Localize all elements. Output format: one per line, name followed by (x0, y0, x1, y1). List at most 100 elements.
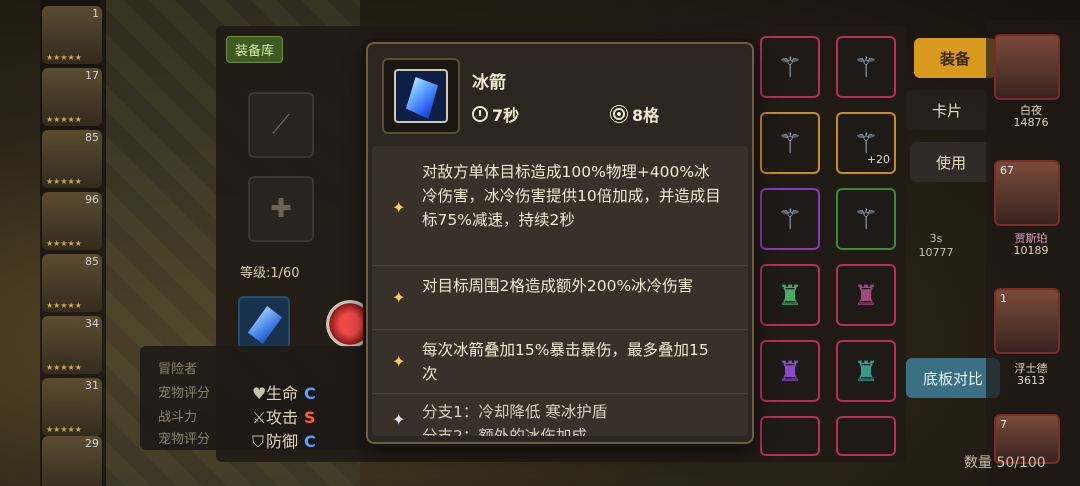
ice-arrow-icon (394, 69, 448, 123)
effect-item: ✦ 对敌方单体目标造成100%物理+400%冰冷伤害，冰冷伤害提供10倍加成，并… (372, 146, 748, 266)
hero-level: 67 (1000, 164, 1014, 177)
sparkle-icon: ✦ (392, 352, 406, 371)
attr-rank: C (304, 432, 316, 451)
hero-portrait[interactable]: 1 (994, 288, 1060, 354)
roster-slot[interactable]: 1 ★★★★★ (42, 6, 102, 64)
sparkle-icon: ✦ (392, 410, 406, 429)
card-button[interactable]: 卡片 (906, 90, 988, 130)
star-rating: ★★★★★ (46, 425, 82, 434)
star-rating: ★★★★★ (46, 53, 82, 62)
star-rating: ★★★★★ (46, 239, 82, 248)
heart-icon: ♥ (252, 384, 267, 403)
roster-slot[interactable]: 34 ★★★★★ (42, 316, 102, 374)
attr-hp: ♥生命 C (252, 380, 316, 404)
sword-icon: ⚔ (252, 408, 267, 427)
roster-slot[interactable]: 85 ★★★★★ (42, 254, 102, 312)
star-rating: ★★★★★ (46, 177, 82, 186)
inventory-item[interactable]: ⚚ +20 (836, 112, 896, 174)
hero-score: 14876 (1013, 116, 1049, 129)
hero-score: 10777 (918, 246, 954, 259)
branch-item: ✦ 分支1：冷却降低 寒冰护盾 分支2：额外的冰伤加成 (372, 394, 748, 436)
hero-score: 10189 (1013, 244, 1049, 257)
roster-slot[interactable]: 17 ★★★★★ (42, 68, 102, 126)
roster-slot[interactable]: 31 ★★★★★ (42, 378, 102, 436)
effect-text: 对敌方单体目标造成100%物理+400%冰冷伤害，冰冷伤害提供10倍加成，并造成… (422, 163, 721, 229)
staff-icon: ⚚ (853, 50, 879, 84)
slot-level: 1 (92, 7, 99, 20)
attr-label: 防御 (266, 432, 299, 451)
inventory-quantity: 数量 50/100 (964, 455, 1046, 471)
skill-slot-ice-arrow[interactable] (238, 296, 290, 352)
scepter-icon: ⚚ (777, 126, 803, 160)
staff-icon: ⟋ (271, 109, 291, 140)
wand-icon: ⚚ (777, 202, 803, 236)
wand-icon: ⚚ (853, 202, 879, 236)
attr-defense: ⛉ 防御 C (252, 428, 316, 452)
slot-level: 34 (85, 317, 99, 330)
branch-text: 分支2：额外的冰伤加成 (422, 427, 587, 436)
hero-roster[interactable]: 1 ★★★★★ 17 ★★★★★ 85 ★★★★★ 96 ★★★★★ 85 ★★★★★ 3… (40, 0, 106, 486)
inventory-item[interactable]: ♜ (836, 340, 896, 402)
info-line: 冒险者 (158, 362, 198, 377)
ice-crystal-icon (245, 306, 285, 344)
enhance-level: +20 (866, 153, 890, 166)
branch-text: 分支1：冷却降低 寒冰护盾 (422, 403, 608, 421)
robe-icon: ♜ (853, 278, 879, 312)
info-line: 宠物评分 (158, 386, 211, 401)
hero-list[interactable]: 白夜 14876 67 贾斯珀 10189 1 浮士德 3613 7 (986, 20, 1080, 486)
roster-slot[interactable]: 96 ★★★★★ (42, 192, 102, 250)
inventory-item[interactable] (760, 416, 820, 456)
shield-icon: ⛉ (252, 432, 265, 451)
effect-item: ✦ 每次冰箭叠加15%暴击暴伤，最多叠加15次 (372, 330, 748, 394)
inventory-item[interactable]: ⚚ (836, 36, 896, 98)
inventory-item[interactable]: ⚚ (760, 36, 820, 98)
hero-portrait[interactable]: 67 (994, 160, 1060, 226)
inventory-item[interactable]: ⚚ (836, 188, 896, 250)
target-icon (610, 105, 628, 123)
effect-text: 每次冰箭叠加15%暴击暴伤，最多叠加15次 (422, 341, 709, 383)
inventory-item[interactable] (836, 416, 896, 456)
hero-score: 3613 (1017, 374, 1045, 387)
hero-portrait[interactable] (994, 34, 1060, 100)
armor-icon: ✚ (270, 194, 292, 224)
use-button[interactable]: 使用 (910, 142, 992, 182)
robe-icon: ♜ (777, 278, 803, 312)
inventory-grid: ⚚ ⚚ ⚚ ⚚ +20 ⚚ ⚚ ♜ ♜ ♜ ♜ (758, 36, 904, 456)
attr-label: 攻击 (266, 408, 299, 427)
inventory-item[interactable]: ♜ (836, 264, 896, 326)
ice-shard-icon (406, 77, 438, 119)
effect-item: ✦ 对目标周围2格造成额外200%冰冷伤害 (372, 266, 748, 330)
skill-title: 冰箭 (472, 73, 506, 93)
roster-slot[interactable]: 29 (42, 436, 102, 486)
info-line: 战斗力 (158, 410, 198, 425)
slot-level: 29 (85, 437, 99, 450)
sparkle-icon: ✦ (392, 198, 406, 217)
cooldown-value: 7秒 (492, 106, 520, 125)
slot-level: 96 (85, 193, 99, 206)
effect-text: 对目标周围2格造成额外200%冰冷伤害 (422, 277, 694, 295)
skill-tooltip: 冰箭 7秒 8格 ✦ 对敌方单体目标造成100%物理+400%冰冷伤害，冰冷伤害… (366, 42, 754, 444)
equip-button[interactable]: 装备 (914, 38, 996, 78)
skill-effects: ✦ 对敌方单体目标造成100%物理+400%冰冷伤害，冰冷伤害提供10倍加成，并… (372, 146, 748, 436)
weapon-slot[interactable]: ⟋ (248, 92, 314, 158)
armor-icon: ♜ (777, 354, 803, 388)
armor-slot[interactable]: ✚ (248, 176, 314, 242)
clock-icon (472, 106, 488, 122)
staff-icon: ⚚ (777, 50, 803, 84)
skill-cooldown: 7秒 (472, 102, 519, 126)
inventory-item[interactable]: ♜ (760, 264, 820, 326)
info-line: 宠物评分 (158, 432, 211, 447)
range-value: 8格 (632, 106, 660, 125)
equipment-library-tab[interactable]: 装备库 (226, 36, 284, 63)
roster-slot[interactable]: 85 ★★★★★ (42, 130, 102, 188)
skill-range: 8格 (610, 102, 659, 126)
star-rating: ★★★★★ (46, 301, 82, 310)
attr-attack: ⚔攻击 S (252, 404, 316, 428)
inventory-item[interactable]: ⚚ (760, 112, 820, 174)
slot-level: 17 (85, 69, 99, 82)
inventory-item[interactable]: ⚚ (760, 188, 820, 250)
sparkle-icon: ✦ (392, 288, 406, 307)
inventory-item[interactable]: ♜ (760, 340, 820, 402)
star-rating: ★★★★★ (46, 115, 82, 124)
armor-icon: ♜ (853, 354, 879, 388)
